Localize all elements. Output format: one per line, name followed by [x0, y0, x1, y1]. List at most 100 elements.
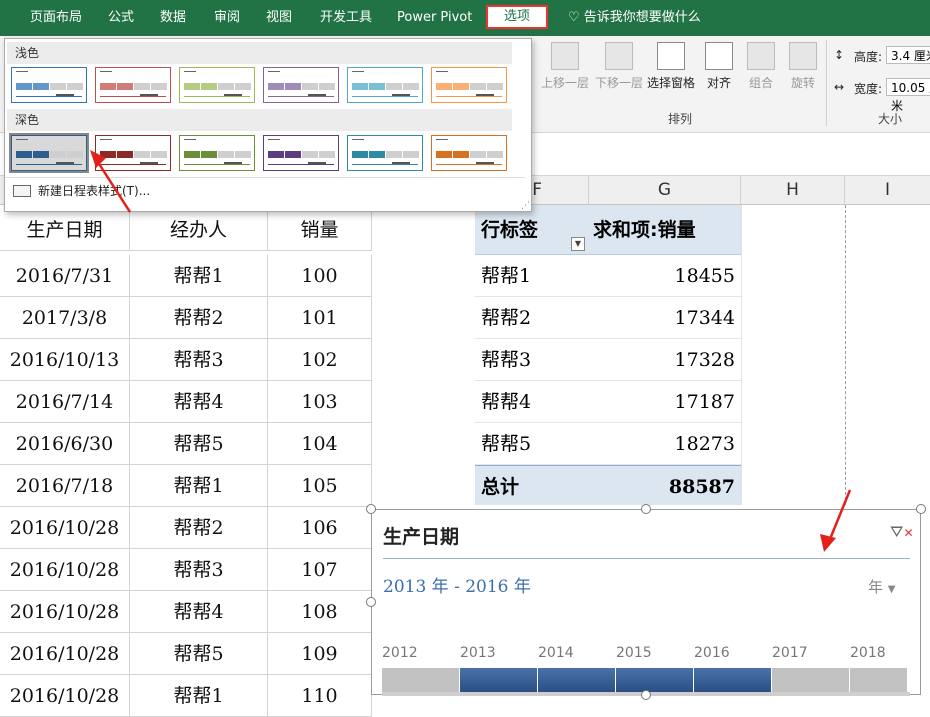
agent-cell[interactable]: 帮帮1	[130, 675, 268, 717]
tab-review[interactable]: 审阅	[214, 0, 240, 36]
date-cell[interactable]: 2016/7/14	[0, 381, 130, 423]
pivot-total-value[interactable]: 88587	[615, 466, 741, 508]
dark-timeline-style-swatch[interactable]	[347, 135, 423, 171]
agent-cell[interactable]: 帮帮1	[130, 255, 268, 297]
pivot-row-label-cell[interactable]: 帮帮3	[475, 339, 615, 381]
timeline-period-segment[interactable]	[772, 668, 850, 692]
pivot-row-label-cell[interactable]: 帮帮5	[475, 423, 615, 465]
tell-me-search[interactable]: ♡ 告诉我你想要做什么	[568, 0, 701, 36]
sales-cell[interactable]: 109	[268, 633, 372, 675]
date-cell[interactable]: 2016/6/30	[0, 423, 130, 465]
date-cell[interactable]: 2016/10/13	[0, 339, 130, 381]
date-cell[interactable]: 2016/10/28	[0, 675, 130, 717]
table-header-agent[interactable]: 经办人	[130, 209, 268, 251]
timeline-period-segment[interactable]	[694, 668, 772, 692]
pivot-row-value-cell[interactable]: 17328	[615, 339, 741, 381]
sales-cell[interactable]: 103	[268, 381, 372, 423]
agent-cell[interactable]: 帮帮2	[130, 507, 268, 549]
agent-cell[interactable]: 帮帮4	[130, 381, 268, 423]
group-button[interactable]: 组合	[744, 42, 778, 91]
sales-cell[interactable]: 102	[268, 339, 372, 381]
date-cell[interactable]: 2016/7/18	[0, 465, 130, 507]
resize-handle[interactable]	[366, 597, 376, 607]
pivot-row-value-cell[interactable]: 18273	[615, 423, 741, 465]
timeline-period-segment[interactable]	[382, 668, 460, 692]
tab-options[interactable]: 选项	[486, 5, 548, 29]
column-header-g[interactable]: G	[589, 176, 741, 204]
pivot-sum-label[interactable]: 求和项:销量	[593, 209, 696, 251]
pivot-row-label[interactable]: 行标签	[481, 209, 538, 251]
height-input[interactable]: 3.4 厘米	[886, 46, 930, 64]
date-cell[interactable]: 2016/10/28	[0, 633, 130, 675]
agent-cell[interactable]: 帮帮5	[130, 423, 268, 465]
light-timeline-style-swatch[interactable]	[347, 67, 423, 103]
dark-timeline-style-swatch[interactable]	[263, 135, 339, 171]
tab-page-layout[interactable]: 页面布局	[30, 0, 82, 36]
sales-cell[interactable]: 107	[268, 549, 372, 591]
tab-view[interactable]: 视图	[266, 0, 292, 36]
agent-cell[interactable]: 帮帮2	[130, 297, 268, 339]
send-backward-button[interactable]: 下移一层	[594, 42, 644, 91]
tab-data[interactable]: 数据	[160, 0, 186, 36]
swatch-bar-segment	[436, 151, 452, 158]
dark-timeline-style-swatch[interactable]	[179, 135, 255, 171]
resize-grip-icon[interactable]: ⋰	[521, 201, 530, 211]
agent-cell[interactable]: 帮帮1	[130, 465, 268, 507]
swatch-bar	[16, 83, 83, 90]
clear-filter-icon[interactable]: ⛛✕	[890, 522, 914, 542]
light-timeline-style-swatch[interactable]	[431, 67, 507, 103]
table-header-sales[interactable]: 销量	[268, 209, 372, 251]
light-timeline-style-swatch[interactable]	[179, 67, 255, 103]
date-cell[interactable]: 2016/10/28	[0, 549, 130, 591]
dark-timeline-style-swatch[interactable]	[431, 135, 507, 171]
timeline-period-segment[interactable]	[850, 668, 908, 692]
light-timeline-style-swatch[interactable]	[11, 67, 87, 103]
sales-cell[interactable]: 106	[268, 507, 372, 549]
agent-cell[interactable]: 帮帮4	[130, 591, 268, 633]
sales-cell[interactable]: 108	[268, 591, 372, 633]
light-timeline-style-swatch[interactable]	[95, 67, 171, 103]
date-cell[interactable]: 2016/10/28	[0, 591, 130, 633]
align-icon	[705, 42, 733, 70]
resize-handle[interactable]	[916, 504, 926, 514]
tab-power-pivot[interactable]: Power Pivot	[397, 0, 472, 36]
timeline-period-segment[interactable]	[538, 668, 616, 692]
pivot-row-label-cell[interactable]: 帮帮1	[475, 255, 615, 297]
tab-developer[interactable]: 开发工具	[320, 0, 372, 36]
sales-cell[interactable]: 104	[268, 423, 372, 465]
pivot-row-value-cell[interactable]: 17344	[615, 297, 741, 339]
light-timeline-style-swatch[interactable]	[263, 67, 339, 103]
date-cell[interactable]: 2016/10/28	[0, 507, 130, 549]
column-header-h[interactable]: H	[741, 176, 845, 204]
resize-handle[interactable]	[641, 690, 651, 700]
timeline-level-dropdown[interactable]: 年 ▼	[868, 576, 896, 597]
timeline-period-segment[interactable]	[460, 668, 538, 692]
align-button[interactable]: 对齐	[702, 42, 736, 91]
pivot-row-value-cell[interactable]: 18455	[615, 255, 741, 297]
swatch-bar-segment	[33, 151, 49, 158]
agent-cell[interactable]: 帮帮5	[130, 633, 268, 675]
rotate-button[interactable]: 旋转	[786, 42, 820, 91]
pivot-row-label-cell[interactable]: 帮帮4	[475, 381, 615, 423]
sales-cell[interactable]: 110	[268, 675, 372, 717]
width-input[interactable]: 10.05 厘米	[886, 78, 930, 113]
column-header-i[interactable]: I	[845, 176, 930, 204]
pivot-total-label[interactable]: 总计	[475, 466, 615, 508]
dark-timeline-style-swatch[interactable]	[9, 133, 89, 173]
date-cell[interactable]: 2016/7/31	[0, 255, 130, 297]
tab-formulas[interactable]: 公式	[108, 0, 134, 36]
resize-handle[interactable]	[366, 504, 376, 514]
sales-cell[interactable]: 105	[268, 465, 372, 507]
sales-cell[interactable]: 101	[268, 297, 372, 339]
filter-dropdown-icon[interactable]: ▼	[571, 237, 585, 251]
timeline-period-segment[interactable]	[616, 668, 694, 692]
agent-cell[interactable]: 帮帮3	[130, 339, 268, 381]
bring-forward-button[interactable]: 上移一层	[540, 42, 590, 91]
agent-cell[interactable]: 帮帮3	[130, 549, 268, 591]
resize-handle[interactable]	[641, 504, 651, 514]
pivot-row-value-cell[interactable]: 17187	[615, 381, 741, 423]
sales-cell[interactable]: 100	[268, 255, 372, 297]
selection-pane-button[interactable]: 选择窗格	[646, 42, 696, 91]
pivot-row-label-cell[interactable]: 帮帮2	[475, 297, 615, 339]
date-cell[interactable]: 2017/3/8	[0, 297, 130, 339]
